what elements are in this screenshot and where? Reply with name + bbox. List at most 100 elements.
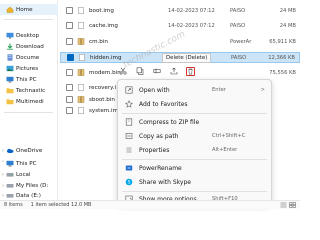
row-checkbox[interactable] <box>66 69 73 76</box>
menu-item-open-with[interactable]: Open with Enter > <box>118 84 271 96</box>
tiles-view-icon[interactable] <box>289 202 296 208</box>
nav-divider <box>4 112 53 113</box>
nav-item-label: This PC <box>16 160 37 167</box>
nav-item-label: Pictures <box>16 65 39 72</box>
nav-item-onedrive[interactable]: › OneDrive <box>0 145 58 156</box>
file-name: cache.img <box>89 22 118 29</box>
open-with-icon <box>125 86 133 94</box>
menu-item-add-to-favorites[interactable]: Add to Favorites <box>118 98 271 110</box>
row-checkbox[interactable] <box>66 96 73 103</box>
copy-button[interactable] <box>135 67 144 76</box>
home-icon <box>6 6 14 13</box>
rename-button[interactable] <box>152 67 161 76</box>
nav-item-label: Download <box>16 43 44 50</box>
menu-item-label: PowerRename <box>139 164 182 172</box>
nav-item-label: Home <box>16 6 33 13</box>
share-button[interactable] <box>169 67 178 76</box>
pictures-icon <box>6 65 14 72</box>
nav-item-this-pc[interactable]: ˅ This PC <box>0 158 58 169</box>
nav-item-label: My Files (D: <box>16 182 49 189</box>
nav-item-documents[interactable]: Docume <box>0 52 58 63</box>
download-icon <box>6 43 14 50</box>
desktop-icon <box>6 32 14 39</box>
this-pc-icon <box>6 160 14 167</box>
nav-item-this-pc-pinned[interactable]: This PC <box>0 74 58 85</box>
status-bar: 8 items 1 item selected 12.0 MB <box>0 200 300 209</box>
share-icon <box>170 67 177 75</box>
shortcut-hint: Alt+Enter <box>212 147 238 153</box>
row-checkbox[interactable] <box>66 38 73 45</box>
menu-item-share-skype[interactable]: S Share with Skype <box>118 176 271 188</box>
row-checkbox[interactable] <box>66 7 73 14</box>
nav-item-home[interactable]: Home <box>0 4 58 15</box>
context-menu: Open with Enter > Add to Favorites Compr… <box>117 79 272 205</box>
svg-text:S: S <box>128 180 131 186</box>
nav-item-label: Docume <box>16 54 40 61</box>
menu-item-label: Properties <box>139 146 170 154</box>
file-icon <box>77 22 85 29</box>
file-row[interactable]: boot.img 14-02-2023 07:12 PAISO 24 MB <box>60 5 300 16</box>
folder-icon <box>6 87 14 94</box>
file-icon <box>77 84 85 91</box>
context-menu-toolbar <box>112 64 232 78</box>
nav-item-local-disk[interactable]: › Local <box>0 169 58 180</box>
nav-item-label: Desktop <box>16 32 40 39</box>
menu-divider <box>122 191 267 192</box>
nav-item-downloads[interactable]: Download <box>0 41 58 52</box>
row-checkbox[interactable] <box>66 22 73 29</box>
nav-item-label: Local <box>16 171 31 178</box>
zip-icon <box>125 118 133 126</box>
file-size: 75,556 KB <box>269 69 296 76</box>
file-icon <box>77 7 85 14</box>
trash-icon <box>188 68 193 74</box>
copy-icon <box>136 67 143 75</box>
star-icon <box>125 100 133 108</box>
file-name: cm.bin <box>89 38 108 45</box>
delete-tooltip: Delete (Delete) <box>162 53 212 63</box>
chevron-right-icon: > <box>260 87 265 93</box>
folder-icon <box>6 98 14 105</box>
file-size: 24 MB <box>279 22 296 29</box>
file-type: PowerAr <box>230 38 252 45</box>
nav-item-label: Technastic <box>16 87 46 94</box>
copy-path-icon <box>125 132 133 140</box>
drive-icon <box>6 192 14 199</box>
nav-item-desktop[interactable]: Desktop <box>0 30 58 41</box>
menu-item-properties[interactable]: Properties Alt+Enter <box>118 144 271 156</box>
file-icon <box>78 54 86 61</box>
cut-button[interactable] <box>118 67 127 76</box>
file-icon <box>77 107 85 114</box>
nav-item-label: Data (E:) <box>16 192 41 199</box>
row-checkbox[interactable] <box>67 54 74 61</box>
drive-icon <box>6 182 14 189</box>
menu-item-label: Open with <box>139 86 170 94</box>
row-checkbox[interactable] <box>66 107 73 114</box>
details-view-icon[interactable] <box>280 202 287 208</box>
menu-item-label: Add to Favorites <box>139 100 188 108</box>
onedrive-icon <box>6 147 14 154</box>
menu-item-powerrename[interactable]: PowerRename <box>118 162 271 174</box>
menu-divider <box>122 159 267 160</box>
cut-icon <box>118 67 127 75</box>
menu-item-copy-as-path[interactable]: Copy as path Ctrl+Shift+C <box>118 130 271 142</box>
skype-icon: S <box>125 178 133 186</box>
archive-file-icon <box>77 38 85 45</box>
file-size: 12,366 KB <box>268 54 295 61</box>
shortcut-hint: Enter <box>212 87 226 93</box>
delete-button[interactable] <box>186 66 195 76</box>
nav-item-multimedia[interactable]: Multimedi <box>0 96 58 107</box>
item-count: 8 items <box>4 202 23 208</box>
shortcut-hint: Ctrl+Shift+C <box>212 133 246 139</box>
nav-item-pictures[interactable]: Pictures <box>0 63 58 74</box>
file-name: boot.img <box>89 7 114 14</box>
menu-item-compress-zip[interactable]: Compress to ZIP file <box>118 116 271 128</box>
file-type: PAISO <box>230 7 246 14</box>
file-date: 14-02-2023 07:12 <box>168 7 215 14</box>
menu-item-label: Share with Skype <box>139 178 191 186</box>
archive-file-icon <box>77 69 85 76</box>
menu-item-label: Copy as path <box>139 132 179 140</box>
file-size: 24 MB <box>279 7 296 14</box>
row-checkbox[interactable] <box>66 84 73 91</box>
this-pc-icon <box>6 76 14 83</box>
nav-item-technastic[interactable]: Technastic <box>0 85 58 96</box>
